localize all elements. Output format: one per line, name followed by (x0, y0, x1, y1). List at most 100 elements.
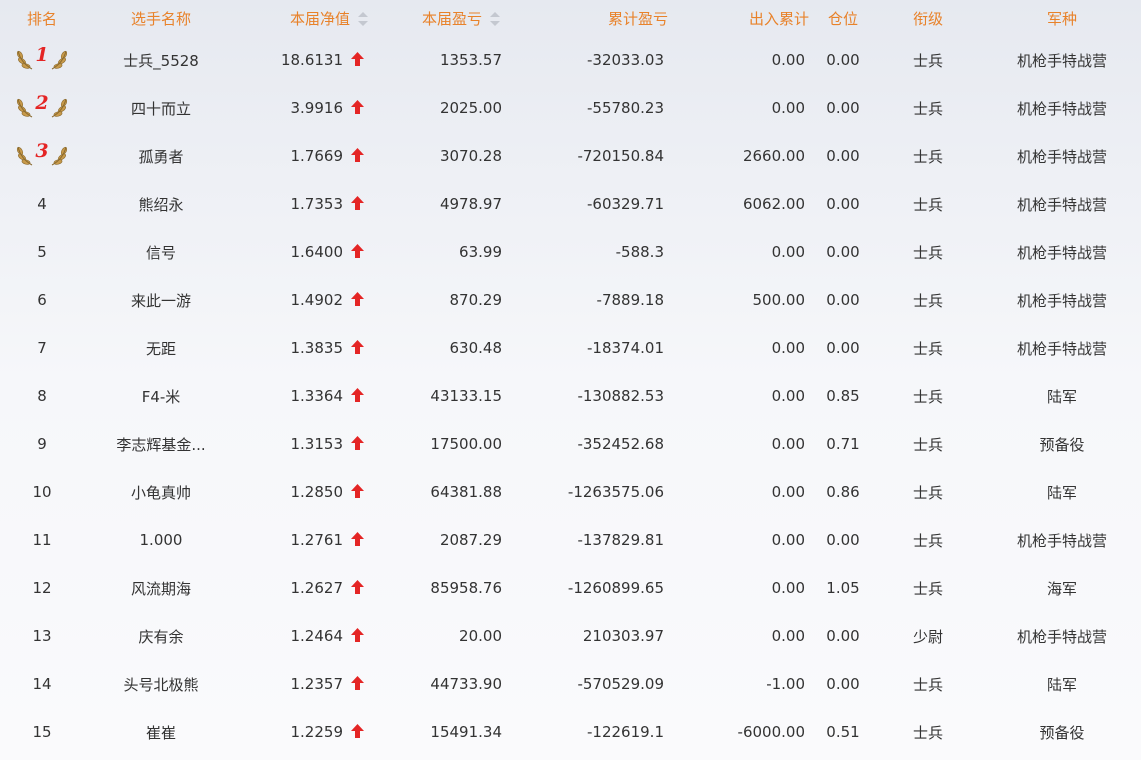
nav-cell: 1.3364 (238, 372, 378, 420)
player-name-cell[interactable]: 来此一游 (84, 276, 238, 324)
player-name[interactable]: 崔崔 (146, 722, 176, 743)
table-row[interactable]: 9 李志辉基金... 1.3153 17500.00 -352452.68 0.… (0, 420, 1141, 468)
position-cell: 0.00 (826, 51, 860, 69)
rank-cell: 13 (32, 627, 52, 645)
cumulative-pnl-cell: -130882.53 (577, 387, 664, 405)
arm-cell: 机枪手特战营 (1016, 627, 1107, 646)
header-cumulative-pnl: 累计盈亏 (607, 9, 668, 28)
table-row[interactable]: 10 小龟真帅 1.2850 64381.88 -1263575.06 0.00… (0, 468, 1141, 516)
table-row[interactable]: 15 崔崔 1.2259 15491.34 -122619.1 -6000.00… (0, 708, 1141, 756)
leaderboard-table: 排名 选手名称 本届净值 本届盈亏 累计盈亏 出入累计 仓位 衔级 军种 1 士… (0, 0, 1141, 756)
table-row[interactable]: 6 来此一游 1.4902 870.29 -7889.18 500.00 0.0… (0, 276, 1141, 324)
up-arrow-icon (351, 100, 364, 114)
level-cell: 士兵 (912, 483, 943, 502)
player-name[interactable]: 四十而立 (131, 98, 191, 119)
nav-value: 1.2357 (290, 675, 344, 693)
nav-cell: 1.2357 (238, 660, 378, 708)
up-arrow-icon (351, 580, 364, 594)
rank-cell: 12 (32, 579, 52, 597)
player-name-cell[interactable]: 小龟真帅 (84, 468, 238, 516)
table-row[interactable]: 11 1.000 1.2761 2087.29 -137829.81 0.00 … (0, 516, 1141, 564)
table-row[interactable]: 5 信号 1.6400 63.99 -588.3 0.00 0.00 士兵 机枪… (0, 228, 1141, 276)
player-name[interactable]: 士兵_5528 (123, 50, 199, 71)
rank-cell: 7 (37, 339, 47, 357)
player-name-cell[interactable]: 风流期海 (84, 564, 238, 612)
inout-cell: 0.00 (771, 435, 805, 453)
sort-icon[interactable] (490, 12, 500, 26)
arm-cell: 陆军 (1046, 675, 1077, 694)
table-row[interactable]: 3 孤勇者 1.7669 3070.28 -720150.84 2660.00 … (0, 132, 1141, 180)
table-row[interactable]: 1 士兵_5528 18.6131 1353.57 -32033.03 0.00… (0, 36, 1141, 84)
table-row[interactable]: 14 头号北极熊 1.2357 44733.90 -570529.09 -1.0… (0, 660, 1141, 708)
level-cell: 士兵 (912, 531, 943, 550)
table-row[interactable]: 13 庆有余 1.2464 20.00 210303.97 0.00 0.00 … (0, 612, 1141, 660)
pnl-cell: 15491.34 (430, 723, 502, 741)
player-name[interactable]: F4-米 (142, 386, 181, 407)
medal-rank-number: 1 (35, 44, 49, 66)
level-cell: 士兵 (912, 675, 943, 694)
up-arrow-icon (351, 148, 364, 162)
table-row[interactable]: 7 无距 1.3835 630.48 -18374.01 0.00 0.00 士… (0, 324, 1141, 372)
player-name[interactable]: 风流期海 (131, 578, 191, 599)
laurel-medal-icon: 3 (16, 140, 67, 171)
nav-value: 1.3835 (290, 339, 344, 357)
up-arrow-icon (351, 532, 364, 546)
player-name-cell[interactable]: 庆有余 (84, 612, 238, 660)
inout-cell: 0.00 (771, 339, 805, 357)
player-name-cell[interactable]: 崔崔 (84, 708, 238, 756)
player-name[interactable]: 庆有余 (138, 626, 183, 647)
table-row[interactable]: 4 熊绍永 1.7353 4978.97 -60329.71 6062.00 0… (0, 180, 1141, 228)
table-row[interactable]: 2 四十而立 3.9916 2025.00 -55780.23 0.00 0.0… (0, 84, 1141, 132)
arm-cell: 机枪手特战营 (1016, 51, 1107, 70)
inout-cell: 0.00 (771, 579, 805, 597)
player-name[interactable]: 小龟真帅 (131, 482, 191, 503)
player-name-cell[interactable]: 四十而立 (84, 84, 238, 132)
up-arrow-icon (351, 628, 364, 642)
nav-value: 1.2627 (290, 579, 344, 597)
player-name[interactable]: 1.000 (140, 531, 183, 549)
sort-icon[interactable] (358, 12, 368, 26)
player-name-cell[interactable]: 李志辉基金... (84, 420, 238, 468)
nav-value: 1.2761 (290, 531, 344, 549)
nav-cell: 1.4902 (238, 276, 378, 324)
pnl-cell: 4978.97 (439, 195, 502, 213)
laurel-medal-icon: 2 (16, 92, 67, 123)
cumulative-pnl-cell: -570529.09 (577, 675, 664, 693)
nav-cell: 1.3835 (238, 324, 378, 372)
player-name[interactable]: 头号北极熊 (123, 674, 198, 695)
player-name[interactable]: 来此一游 (131, 290, 191, 311)
player-name-cell[interactable]: 无距 (84, 324, 238, 372)
nav-cell: 1.2627 (238, 564, 378, 612)
player-name-cell[interactable]: 士兵_5528 (84, 36, 238, 84)
level-cell: 少尉 (912, 627, 943, 646)
arm-cell: 预备役 (1039, 723, 1085, 742)
level-cell: 士兵 (912, 387, 943, 406)
player-name-cell[interactable]: 1.000 (84, 516, 238, 564)
inout-cell: 2660.00 (742, 147, 805, 165)
header-arm: 军种 (1046, 9, 1077, 28)
rank-cell: 9 (37, 435, 47, 453)
player-name-cell[interactable]: 孤勇者 (84, 132, 238, 180)
pnl-cell: 630.48 (449, 339, 503, 357)
player-name[interactable]: 李志辉基金... (116, 434, 205, 455)
player-name-cell[interactable]: 头号北极熊 (84, 660, 238, 708)
table-row[interactable]: 8 F4-米 1.3364 43133.15 -130882.53 0.00 0… (0, 372, 1141, 420)
up-arrow-icon (351, 340, 364, 354)
rank-cell: 8 (37, 387, 47, 405)
nav-cell: 1.3153 (238, 420, 378, 468)
player-name-cell[interactable]: 信号 (84, 228, 238, 276)
player-name[interactable]: 孤勇者 (138, 146, 183, 167)
nav-cell: 1.2761 (238, 516, 378, 564)
player-name-cell[interactable]: 熊绍永 (84, 180, 238, 228)
player-name-cell[interactable]: F4-米 (84, 372, 238, 420)
header-pnl-sortable[interactable]: 本届盈亏 (378, 0, 510, 36)
header-nav-sortable[interactable]: 本届净值 (238, 0, 378, 36)
arm-cell: 机枪手特战营 (1016, 195, 1107, 214)
player-name[interactable]: 无距 (146, 338, 176, 359)
player-name[interactable]: 信号 (146, 242, 176, 263)
table-row[interactable]: 12 风流期海 1.2627 85958.76 -1260899.65 0.00… (0, 564, 1141, 612)
arm-cell: 海军 (1046, 579, 1077, 598)
player-name[interactable]: 熊绍永 (138, 194, 183, 215)
rank-cell: 14 (32, 675, 52, 693)
nav-cell: 18.6131 (238, 36, 378, 84)
